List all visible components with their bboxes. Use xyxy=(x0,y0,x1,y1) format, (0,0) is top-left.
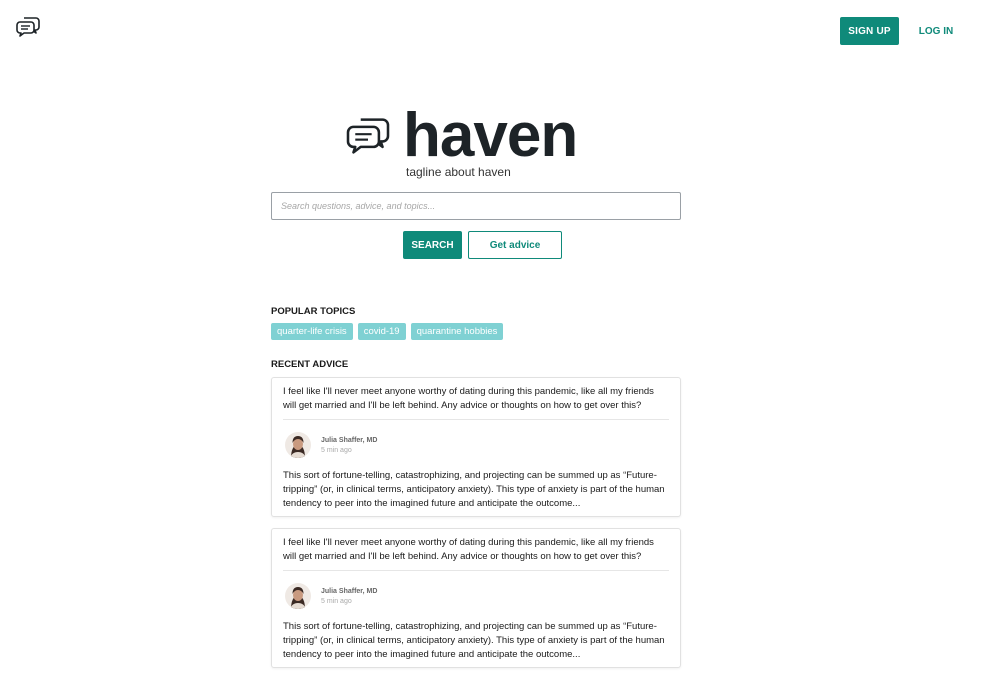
chat-bubbles-icon xyxy=(346,118,390,154)
avatar xyxy=(285,583,311,609)
topic-list: quarter-life crisis covid-19 quarantine … xyxy=(271,323,504,340)
question-text: I feel like I'll never meet anyone worth… xyxy=(283,536,669,571)
brand-name: haven xyxy=(403,101,578,170)
topic-tag[interactable]: covid-19 xyxy=(357,323,406,340)
avatar xyxy=(285,432,311,458)
search-button[interactable]: SEARCH xyxy=(403,231,462,259)
author-name: Julia Shaffer, MD xyxy=(321,436,378,444)
get-advice-button[interactable]: Get advice xyxy=(468,231,562,259)
popular-topics-heading: POPULAR TOPICS xyxy=(271,306,356,317)
answer-text: This sort of fortune-telling, catastroph… xyxy=(283,621,665,660)
topic-tag[interactable]: quarter-life crisis xyxy=(271,323,353,340)
search-input[interactable] xyxy=(271,192,681,220)
advice-card[interactable]: I feel like I'll never meet anyone worth… xyxy=(271,377,681,517)
recent-advice-heading: RECENT ADVICE xyxy=(271,359,349,370)
tagline: tagline about haven xyxy=(406,165,511,179)
author-row: Julia Shaffer, MD 5 min ago xyxy=(285,432,669,458)
sign-up-button[interactable]: SIGN UP xyxy=(840,17,899,45)
answer-text: This sort of fortune-telling, catastroph… xyxy=(283,470,665,509)
author-name: Julia Shaffer, MD xyxy=(321,587,378,595)
topic-tag[interactable]: quarantine hobbies xyxy=(410,323,504,340)
advice-card[interactable]: I feel like I'll never meet anyone worth… xyxy=(271,528,681,668)
log-in-button[interactable]: LOG IN xyxy=(915,17,957,45)
post-timestamp: 5 min ago xyxy=(321,446,352,454)
question-text: I feel like I'll never meet anyone worth… xyxy=(283,385,669,420)
author-row: Julia Shaffer, MD 5 min ago xyxy=(285,583,669,609)
post-timestamp: 5 min ago xyxy=(321,597,352,605)
chat-bubbles-icon[interactable] xyxy=(16,16,40,38)
